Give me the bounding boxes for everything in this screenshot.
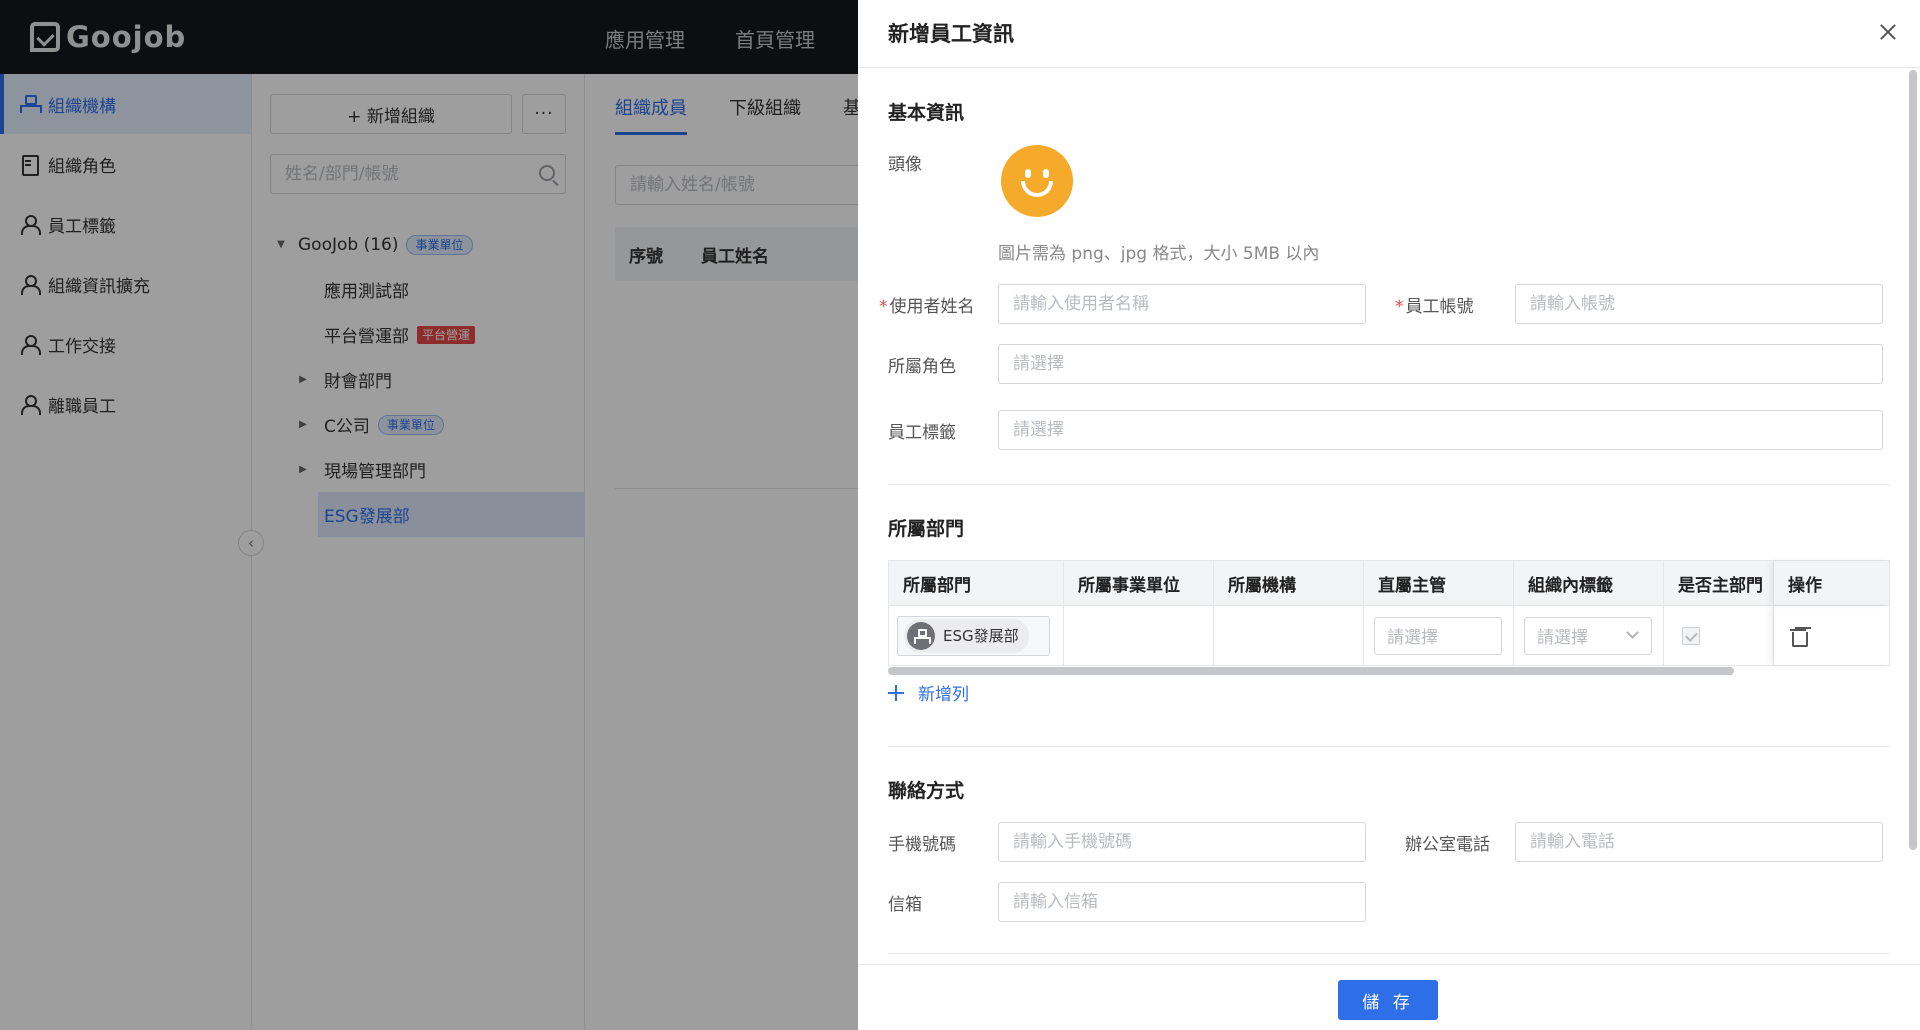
role-label: 所屬角色 bbox=[888, 357, 956, 377]
primary-dept-checkbox[interactable] bbox=[1682, 626, 1700, 645]
smiley-eye-icon bbox=[1025, 169, 1031, 178]
divider bbox=[888, 746, 1890, 747]
column-header: 直屬主管 bbox=[1364, 561, 1514, 605]
email-label: 信箱 bbox=[888, 895, 922, 915]
org-tag-select[interactable]: 請選擇 bbox=[1524, 616, 1652, 655]
section-title-basic: 基本資訊 bbox=[888, 102, 965, 124]
email-input[interactable] bbox=[1013, 883, 1351, 921]
mobile-field bbox=[998, 822, 1366, 862]
divider bbox=[888, 484, 1890, 485]
role-select bbox=[998, 344, 1883, 384]
employee-tag-select-input[interactable] bbox=[1013, 411, 1868, 449]
drawer-header: 新增員工資訊 bbox=[858, 0, 1920, 68]
column-header: 操作 bbox=[1774, 561, 1889, 605]
role-select-input[interactable] bbox=[1013, 345, 1868, 383]
delete-icon[interactable] bbox=[1790, 627, 1808, 647]
manager-select[interactable]: 請選擇 bbox=[1374, 616, 1502, 655]
save-button[interactable]: 儲 存 bbox=[1338, 980, 1438, 1020]
required-mark: * bbox=[1395, 297, 1404, 317]
avatar-hint: 圖片需為 png、jpg 格式，大小 5MB 以內 bbox=[998, 244, 1320, 264]
username-input[interactable] bbox=[1013, 285, 1351, 323]
drawer-body: 基本資訊 頭像 圖片需為 png、jpg 格式，大小 5MB 以內 * 使用者姓名… bbox=[858, 68, 1920, 964]
mobile-input[interactable] bbox=[1013, 823, 1351, 861]
table-header: 所屬部門 所屬事業單位 所屬機構 直屬主管 組織內標籤 是否主部門 操作 bbox=[888, 560, 1890, 606]
close-icon[interactable] bbox=[1878, 22, 1898, 42]
chevron-down-icon bbox=[1626, 625, 1639, 639]
institution-cell bbox=[1214, 606, 1364, 665]
employee-tag-label: 員工標籤 bbox=[888, 423, 956, 443]
drawer-footer: 儲 存 bbox=[858, 964, 1920, 1030]
column-header: 是否主部門 bbox=[1664, 561, 1774, 605]
horizontal-scrollbar[interactable] bbox=[888, 667, 1734, 675]
plus-icon bbox=[888, 684, 904, 701]
office-phone-input[interactable] bbox=[1530, 823, 1868, 861]
account-input[interactable] bbox=[1530, 285, 1868, 323]
smiley-eye-icon bbox=[1043, 169, 1049, 178]
column-header: 所屬機構 bbox=[1214, 561, 1364, 605]
section-title-department: 所屬部門 bbox=[888, 518, 965, 540]
divider bbox=[888, 953, 1890, 954]
column-header: 組織內標籤 bbox=[1514, 561, 1664, 605]
email-field bbox=[998, 882, 1366, 922]
mobile-label: 手機號碼 bbox=[888, 835, 956, 855]
username-label: * 使用者姓名 bbox=[879, 297, 975, 317]
drawer-title: 新增員工資訊 bbox=[888, 22, 1014, 46]
business-unit-cell bbox=[1064, 606, 1214, 665]
column-header: 所屬部門 bbox=[889, 561, 1064, 605]
avatar-label: 頭像 bbox=[888, 155, 922, 175]
smiley-mouth-icon bbox=[1021, 181, 1053, 197]
add-employee-drawer: 新增員工資訊 基本資訊 頭像 圖片需為 png、jpg 格式，大小 5MB 以內… bbox=[858, 0, 1920, 1030]
office-phone-label: 辦公室電話 bbox=[1405, 835, 1490, 855]
org-icon bbox=[907, 621, 935, 650]
add-row-label: 新增列 bbox=[918, 685, 969, 705]
section-title-contact: 聯絡方式 bbox=[888, 780, 965, 802]
required-mark: * bbox=[879, 297, 888, 317]
vertical-scrollbar[interactable] bbox=[1909, 70, 1917, 850]
account-field bbox=[1515, 284, 1883, 324]
avatar[interactable] bbox=[1001, 145, 1073, 217]
office-phone-field bbox=[1515, 822, 1883, 862]
add-row-button[interactable]: 新增列 bbox=[888, 680, 969, 705]
department-chip-label: ESG發展部 bbox=[943, 627, 1019, 645]
table-row: ESG發展部 請選擇 請選擇 bbox=[888, 606, 1890, 666]
account-label: * 員工帳號 bbox=[1395, 297, 1474, 317]
department-table: 所屬部門 所屬事業單位 所屬機構 直屬主管 組織內標籤 是否主部門 操作 ESG… bbox=[888, 560, 1890, 666]
employee-tag-select bbox=[998, 410, 1883, 450]
column-header: 所屬事業單位 bbox=[1064, 561, 1214, 605]
department-picker[interactable]: ESG發展部 bbox=[897, 615, 1050, 656]
department-chip: ESG發展部 bbox=[904, 618, 1029, 653]
username-field bbox=[998, 284, 1366, 324]
